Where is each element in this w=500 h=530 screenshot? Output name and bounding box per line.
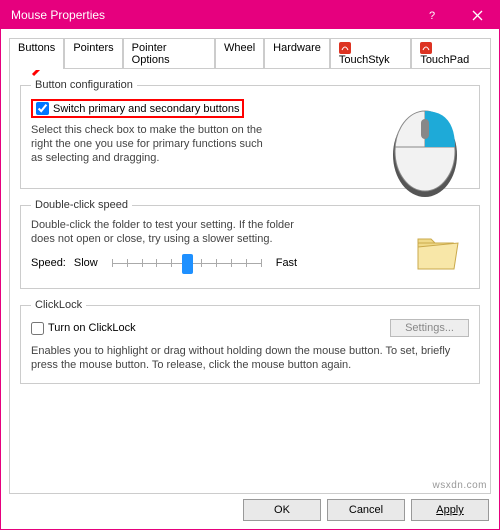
synaptics-icon [420, 42, 434, 54]
apply-button[interactable]: Apply [411, 499, 489, 521]
window-title: Mouse Properties [11, 8, 105, 22]
clicklock-group: ClickLock Turn on ClickLock Settings... … [20, 299, 480, 384]
dialog-buttons: OK Cancel Apply [243, 499, 489, 521]
dialog-window: Mouse Properties ? Buttons Pointers Poin… [0, 0, 500, 530]
tab-panel-buttons: Button configuration Switch primary and … [9, 68, 491, 494]
cancel-button[interactable]: Cancel [327, 499, 405, 521]
tab-hardware[interactable]: Hardware [264, 38, 330, 69]
clicklock-description: Enables you to highlight or drag without… [31, 345, 469, 373]
window-buttons: ? [411, 1, 499, 29]
mouse-illustration [387, 99, 463, 202]
titlebar: Mouse Properties ? [1, 1, 499, 29]
speed-label: Speed: [31, 257, 66, 269]
svg-text:?: ? [429, 10, 435, 21]
tab-pointer-options[interactable]: Pointer Options [123, 38, 215, 69]
tab-touchstyk[interactable]: TouchStyk [330, 38, 411, 69]
clicklock-legend: ClickLock [31, 299, 86, 311]
tab-touchstyk-label: TouchStyk [339, 54, 390, 66]
switch-buttons-row[interactable]: Switch primary and secondary buttons [36, 102, 239, 115]
double-click-description: Double-click the folder to test your set… [31, 219, 311, 247]
slider-thumb[interactable] [182, 254, 193, 274]
ok-button[interactable]: OK [243, 499, 321, 521]
speed-row: Speed: Slow Fast [31, 253, 469, 273]
test-folder-icon[interactable] [415, 233, 459, 276]
switch-buttons-checkbox[interactable] [36, 102, 49, 115]
clicklock-settings-button: Settings... [390, 319, 469, 337]
tabbar: Buttons Pointers Pointer Options Wheel H… [9, 37, 491, 68]
tab-touchpad[interactable]: TouchPad [411, 38, 491, 69]
tab-touchpad-label: TouchPad [420, 54, 469, 66]
clicklock-label: Turn on ClickLock [48, 322, 136, 334]
button-config-group: Button configuration Switch primary and … [20, 79, 480, 189]
fast-label: Fast [276, 257, 297, 269]
close-button[interactable] [455, 1, 499, 29]
button-config-legend: Button configuration [31, 79, 137, 91]
annotation-highlight: Switch primary and secondary buttons [31, 99, 244, 118]
synaptics-icon [339, 42, 353, 54]
switch-buttons-description: Select this check box to make the button… [31, 124, 271, 165]
slow-label: Slow [74, 257, 98, 269]
tab-pointers[interactable]: Pointers [64, 38, 122, 69]
clicklock-checkbox[interactable] [31, 322, 44, 335]
double-click-legend: Double-click speed [31, 199, 132, 211]
tab-wheel[interactable]: Wheel [215, 38, 264, 69]
speed-slider[interactable] [112, 253, 262, 273]
clicklock-row[interactable]: Turn on ClickLock [31, 322, 136, 335]
switch-buttons-label: Switch primary and secondary buttons [53, 103, 239, 115]
tab-buttons[interactable]: Buttons [9, 38, 64, 69]
help-button[interactable]: ? [411, 1, 455, 29]
double-click-group: Double-click speed Double-click the fold… [20, 199, 480, 289]
